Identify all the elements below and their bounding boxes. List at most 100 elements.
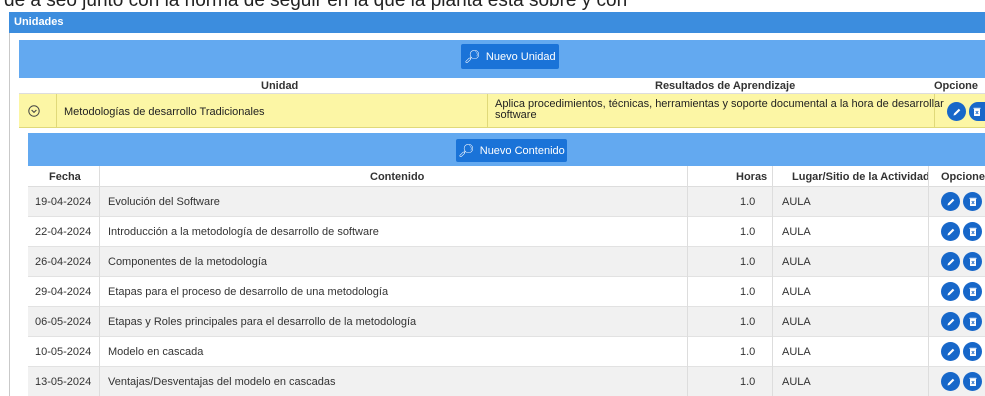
edit-content-button[interactable]: [941, 282, 960, 301]
divider: [687, 307, 688, 337]
divider: [56, 94, 57, 128]
divider: [928, 247, 929, 277]
pencil-icon: [947, 258, 954, 265]
row-hours: 1.0: [740, 316, 756, 328]
table-row[interactable]: 26-04-2024 Componentes de la metodología 1…: [28, 247, 985, 277]
row-hours: 1.0: [740, 226, 756, 238]
divider: [928, 277, 929, 307]
search-icon: 🔍︎: [458, 143, 475, 158]
learning-results-line2: software: [495, 109, 537, 121]
trash-icon: [973, 107, 981, 116]
divider: [772, 187, 773, 217]
unit-row[interactable]: Metodologías de desarrollo Tradicionales…: [19, 94, 985, 128]
divider: [99, 277, 100, 307]
divider: [687, 367, 688, 396]
trash-icon: [969, 197, 976, 206]
unit-column-header: Unidad: [261, 80, 299, 92]
delete-content-button[interactable]: [963, 192, 982, 211]
table-row[interactable]: 10-05-2024 Modelo en cascada 1.0 AULA: [28, 337, 985, 367]
trash-icon: [969, 317, 976, 326]
pencil-icon: [953, 108, 960, 115]
divider: [687, 337, 688, 367]
new-unit-label: Nuevo Unidad: [485, 50, 556, 63]
divider: [934, 94, 935, 128]
delete-content-button[interactable]: [963, 222, 982, 241]
chevron-down-circle-icon[interactable]: [28, 105, 40, 117]
table-row[interactable]: 06-05-2024 Etapas y Roles principales par…: [28, 307, 985, 337]
delete-content-button[interactable]: [963, 342, 982, 361]
divider: [928, 367, 929, 396]
divider: [928, 337, 929, 367]
options-column-header: Opcione: [934, 80, 979, 92]
divider: [99, 307, 100, 337]
row-hours: 1.0: [740, 256, 756, 268]
row-date: 26-04-2024: [35, 256, 92, 268]
divider: [772, 166, 773, 187]
divider: [772, 337, 773, 367]
edit-content-button[interactable]: [941, 312, 960, 331]
pencil-icon: [947, 318, 954, 325]
row-content: Evolución del Software: [108, 196, 220, 208]
table-row[interactable]: 19-04-2024 Evolución del Software 1.0 AULA: [28, 187, 985, 217]
pencil-icon: [947, 228, 954, 235]
divider: [99, 337, 100, 367]
delete-content-button[interactable]: [963, 312, 982, 331]
edit-content-button[interactable]: [941, 252, 960, 271]
row-date: 06-05-2024: [35, 316, 92, 328]
divider: [99, 187, 100, 217]
row-date: 29-04-2024: [35, 286, 92, 298]
table-row[interactable]: 13-05-2024 Ventajas/Desventajas del model…: [28, 367, 985, 396]
row-content: Componentes de la metodología: [108, 256, 267, 268]
row-place: AULA: [782, 316, 811, 328]
table-row[interactable]: 29-04-2024 Etapas para el proceso de desa…: [28, 277, 985, 307]
divider: [772, 277, 773, 307]
divider: [772, 367, 773, 396]
delete-unit-button[interactable]: [969, 102, 985, 121]
row-content: Introducción a la metodología de desarro…: [108, 226, 379, 238]
unit-table-header: Unidad Resultados de Aprendizaje Opcione: [19, 78, 985, 94]
new-unit-button[interactable]: 🔍︎ Nuevo Unidad: [461, 44, 559, 69]
row-place: AULA: [782, 376, 811, 388]
options-column-header: Opciones: [941, 171, 985, 183]
delete-content-button[interactable]: [963, 372, 982, 391]
edit-content-button[interactable]: [941, 372, 960, 391]
divider: [928, 217, 929, 247]
row-hours: 1.0: [740, 196, 756, 208]
trash-icon: [969, 377, 976, 386]
delete-content-button[interactable]: [963, 282, 982, 301]
divider: [928, 187, 929, 217]
row-date: 22-04-2024: [35, 226, 92, 238]
delete-content-button[interactable]: [963, 252, 982, 271]
divider: [687, 247, 688, 277]
divider: [99, 166, 100, 187]
table-row[interactable]: 22-04-2024 Introducción a la metodología …: [28, 217, 985, 247]
row-hours: 1.0: [740, 286, 756, 298]
trash-icon: [969, 257, 976, 266]
edit-content-button[interactable]: [941, 222, 960, 241]
row-date: 19-04-2024: [35, 196, 92, 208]
learning-results: Aplica procedimientos, técnicas, herrami…: [495, 99, 944, 121]
date-column-header: Fecha: [49, 171, 81, 183]
divider: [487, 94, 488, 128]
hours-column-header: Horas: [736, 171, 768, 183]
pencil-icon: [947, 288, 954, 295]
divider: [687, 217, 688, 247]
trash-icon: [969, 347, 976, 356]
new-content-button[interactable]: 🔍︎ Nuevo Contenido: [456, 139, 567, 162]
results-column-header: Resultados de Aprendizaje: [655, 80, 796, 92]
panel-title: Unidades: [14, 16, 64, 28]
divider: [687, 277, 688, 307]
pencil-icon: [947, 378, 954, 385]
pencil-icon: [947, 348, 954, 355]
divider: [99, 247, 100, 277]
row-date: 10-05-2024: [35, 346, 92, 358]
edit-content-button[interactable]: [941, 192, 960, 211]
row-content: Etapas para el proceso de desarrollo de …: [108, 286, 389, 298]
edit-unit-button[interactable]: [947, 102, 966, 121]
divider: [928, 307, 929, 337]
divider: [928, 166, 929, 187]
row-content: Ventajas/Desventajas del modelo en casca…: [108, 376, 336, 388]
edit-content-button[interactable]: [941, 342, 960, 361]
divider: [772, 247, 773, 277]
unit-name: Metodologías de desarrollo Tradicionales: [64, 106, 265, 118]
